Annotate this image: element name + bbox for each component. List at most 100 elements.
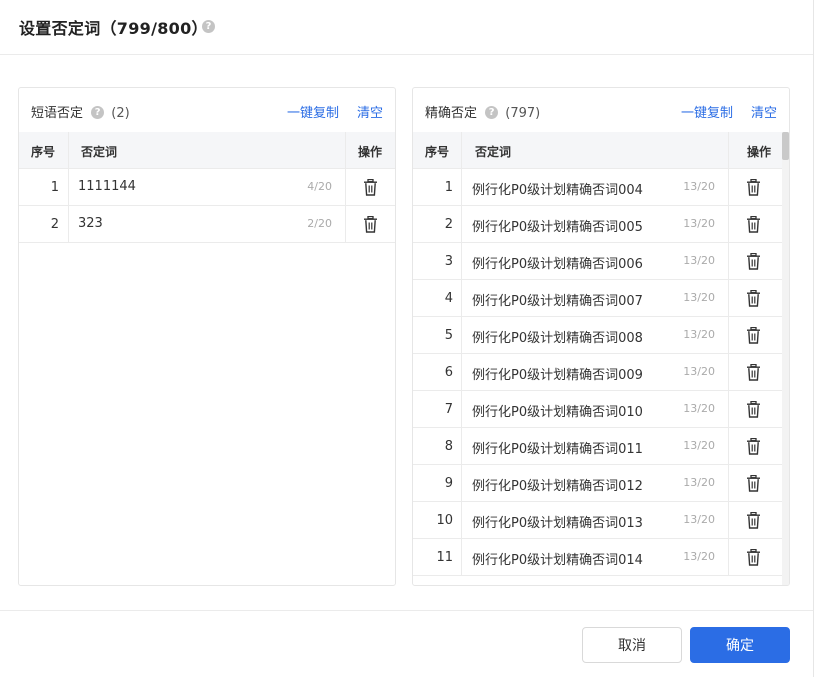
question-circle-icon[interactable]: ?: [91, 106, 105, 119]
negative-words-dialog: 设置否定词（799/800） ? 短语否定 ? (2) 一键复制 清空 序号 否…: [0, 0, 814, 677]
exact-table-scrollbar[interactable]: [782, 132, 789, 585]
question-circle-icon[interactable]: ?: [202, 20, 215, 33]
column-divider: [461, 465, 462, 501]
trash-icon[interactable]: [746, 326, 761, 344]
trash-icon[interactable]: [746, 289, 761, 307]
trash-icon-svg: [747, 437, 760, 455]
trash-icon[interactable]: [363, 215, 378, 233]
trash-icon[interactable]: [746, 252, 761, 270]
dialog-header: 设置否定词（799/800） ?: [0, 0, 813, 55]
column-divider: [728, 132, 729, 168]
trash-icon[interactable]: [746, 474, 761, 492]
dialog-footer: 取消 确定: [0, 610, 813, 677]
word-length-counter: 13/20: [683, 550, 715, 563]
negative-word: 例行化P0级计划精确否词011: [472, 442, 643, 457]
table-row: 2 323 2/20: [19, 206, 395, 243]
column-divider: [728, 280, 729, 316]
column-divider: [461, 132, 462, 168]
trash-icon-svg: [747, 215, 760, 233]
exact-panel-header: 精确否定 ? (797) 一键复制 清空: [413, 88, 789, 132]
column-divider: [728, 243, 729, 279]
trash-icon-svg: [747, 511, 760, 529]
table-row: 9 例行化P0级计划精确否词012 13/20: [413, 465, 784, 502]
column-header-index: 序号: [425, 145, 450, 159]
word-length-counter: 13/20: [683, 476, 715, 489]
trash-icon[interactable]: [746, 511, 761, 529]
column-divider: [461, 317, 462, 353]
exact-panel-count: (797): [505, 106, 541, 121]
row-index: 1: [50, 180, 59, 195]
phrase-clear-link[interactable]: 清空: [357, 102, 383, 121]
exact-table: 序号 否定词 操作 1 例行化P0级计划精确否词004 13/20 2 例行化P…: [413, 132, 784, 576]
exact-table-body: 1 例行化P0级计划精确否词004 13/20 2 例行化P0级计划精确否词00…: [413, 169, 784, 576]
exact-negative-panel: 精确否定 ? (797) 一键复制 清空 序号 否定词 操作 1 例行化P0级计…: [412, 87, 790, 586]
column-divider: [461, 354, 462, 390]
trash-icon-svg: [747, 252, 760, 270]
trash-icon-svg: [364, 215, 377, 233]
negative-word: 例行化P0级计划精确否词013: [472, 516, 643, 531]
trash-icon[interactable]: [746, 400, 761, 418]
word-length-counter: 13/20: [683, 439, 715, 452]
column-divider: [68, 132, 69, 168]
table-row: 1 例行化P0级计划精确否词004 13/20: [413, 169, 784, 206]
phrase-panel-header: 短语否定 ? (2) 一键复制 清空: [19, 88, 395, 132]
trash-icon[interactable]: [746, 548, 761, 566]
trash-icon[interactable]: [746, 363, 761, 381]
table-row: 11 例行化P0级计划精确否词014 13/20: [413, 539, 784, 576]
trash-icon-svg: [747, 326, 760, 344]
negative-word: 例行化P0级计划精确否词012: [472, 479, 643, 494]
phrase-table-body: 1 1111144 4/20 2 323 2/20: [19, 169, 395, 243]
phrase-copy-all-link[interactable]: 一键复制: [287, 102, 339, 121]
word-length-counter: 13/20: [683, 328, 715, 341]
word-length-counter: 2/20: [307, 217, 332, 230]
row-index: 6: [444, 365, 453, 380]
exact-copy-all-link[interactable]: 一键复制: [681, 102, 733, 121]
row-index: 9: [444, 476, 453, 491]
column-divider: [461, 539, 462, 575]
question-circle-icon[interactable]: ?: [485, 106, 499, 119]
trash-icon[interactable]: [746, 437, 761, 455]
column-divider: [728, 169, 729, 205]
word-length-counter: 13/20: [683, 180, 715, 193]
exact-clear-link[interactable]: 清空: [751, 102, 777, 121]
negative-word: 例行化P0级计划精确否词005: [472, 220, 643, 235]
confirm-button[interactable]: 确定: [690, 627, 790, 663]
scrollbar-thumb[interactable]: [782, 132, 789, 160]
table-row: 5 例行化P0级计划精确否词008 13/20: [413, 317, 784, 354]
row-index: 10: [436, 513, 453, 528]
column-divider: [728, 354, 729, 390]
exact-panel-title-text: 精确否定: [425, 106, 478, 121]
column-divider: [345, 132, 346, 168]
column-header-word: 否定词: [81, 145, 118, 159]
negative-word: 323: [78, 216, 103, 231]
cancel-button[interactable]: 取消: [582, 627, 682, 663]
phrase-panel-title-text: 短语否定: [31, 106, 84, 121]
word-length-counter: 13/20: [683, 365, 715, 378]
column-divider: [728, 317, 729, 353]
column-header-index: 序号: [31, 145, 56, 159]
trash-icon[interactable]: [746, 215, 761, 233]
trash-icon-svg: [747, 400, 760, 418]
column-divider: [728, 206, 729, 242]
column-divider: [461, 169, 462, 205]
trash-icon[interactable]: [363, 178, 378, 196]
table-row: 1 1111144 4/20: [19, 169, 395, 206]
column-divider: [461, 280, 462, 316]
column-divider: [345, 206, 346, 242]
table-row: 7 例行化P0级计划精确否词010 13/20: [413, 391, 784, 428]
row-index: 2: [50, 217, 59, 232]
column-divider: [461, 243, 462, 279]
column-divider: [461, 502, 462, 538]
trash-icon[interactable]: [746, 178, 761, 196]
table-row: 4 例行化P0级计划精确否词007 13/20: [413, 280, 784, 317]
exact-table-header: 序号 否定词 操作: [413, 132, 784, 169]
column-divider: [728, 539, 729, 575]
phrase-negative-panel: 短语否定 ? (2) 一键复制 清空 序号 否定词 操作 1 1111144 4…: [18, 87, 396, 586]
table-row: 10 例行化P0级计划精确否词013 13/20: [413, 502, 784, 539]
column-header-word: 否定词: [475, 145, 512, 159]
negative-word: 例行化P0级计划精确否词007: [472, 294, 643, 309]
column-divider: [345, 169, 346, 205]
column-divider: [461, 206, 462, 242]
trash-icon-svg: [747, 289, 760, 307]
column-header-action: 操作: [746, 145, 771, 159]
